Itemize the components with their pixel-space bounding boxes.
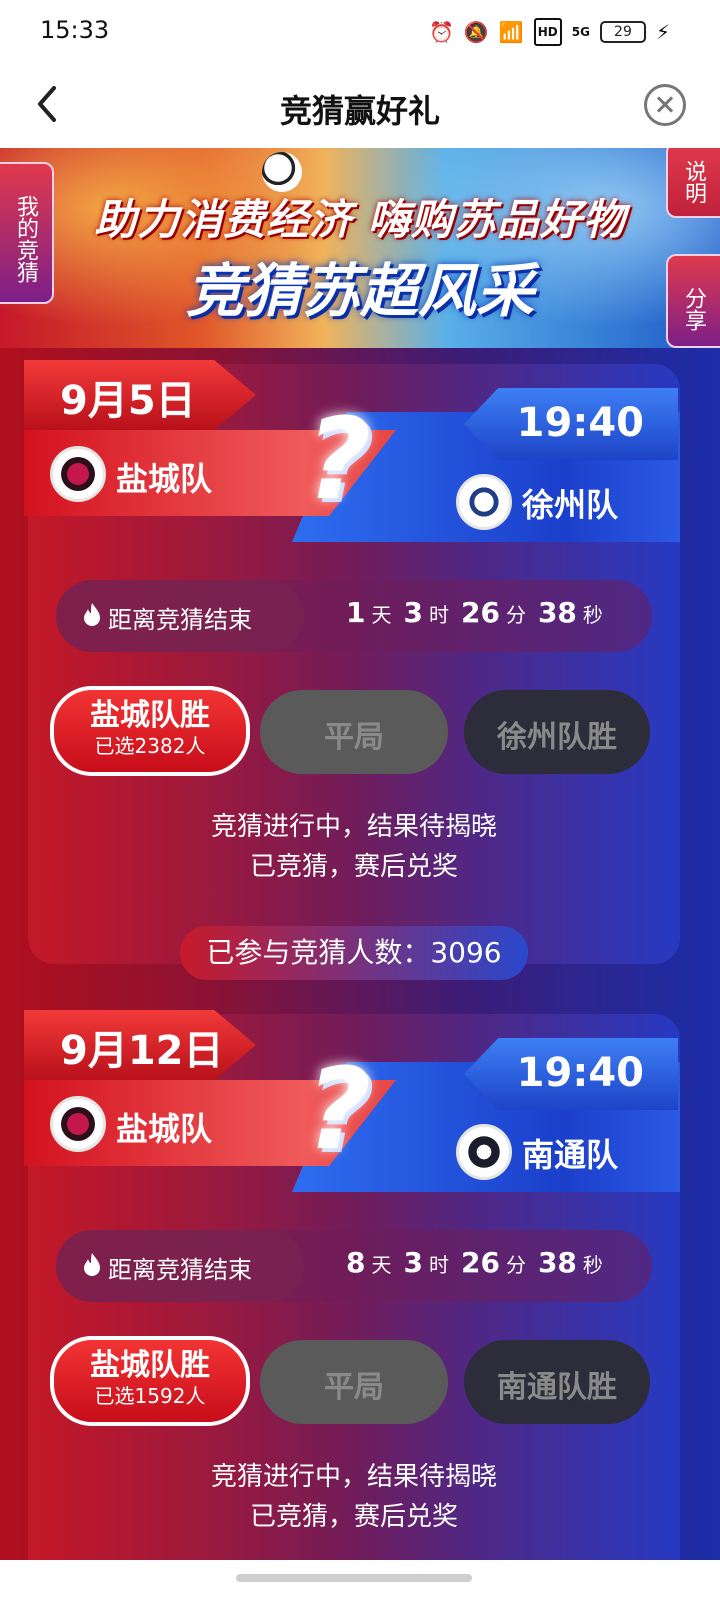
home-win-label: 盐城队胜: [90, 1348, 210, 1383]
away-team-logo-icon: [456, 474, 512, 530]
participants-count: 已参与竞猜人数：3096: [180, 926, 528, 980]
banner-slogan: 助力消费经济 嗨购苏品好物: [94, 195, 626, 244]
close-icon[interactable]: [644, 84, 686, 126]
draw-label: 平局: [324, 1370, 384, 1405]
countdown-hours: 3: [403, 1246, 423, 1279]
unit-second: 秒: [582, 1253, 603, 1277]
charging-icon: ⚡: [655, 20, 670, 44]
mute-icon: 🔕: [463, 20, 489, 44]
home-indicator[interactable]: [236, 1574, 472, 1582]
guess-status: 竞猜进行中，结果待揭晓: [210, 812, 497, 842]
countdown-bar: 距离竞猜结束 1 天 3 时 26 分 38 秒: [56, 580, 652, 652]
promo-banner: 助力消费经济 嗨购苏品好物 竞猜苏超风采: [0, 148, 720, 348]
home-win-count: 已选2382人: [94, 734, 206, 758]
home-win-count: 已选1592人: [94, 1384, 206, 1408]
match-date: 9月12日: [24, 1010, 256, 1080]
countdown-seconds: 38: [537, 596, 577, 629]
countdown-seconds: 38: [537, 1246, 577, 1279]
status-time: 15:33: [40, 16, 110, 44]
question-mark-icon: ?: [306, 395, 371, 525]
alarm-icon: ⏰: [429, 20, 454, 44]
countdown-days: 8: [346, 1246, 366, 1279]
wifi-icon: 📶: [498, 20, 524, 44]
home-team-name: 盐城队: [116, 460, 213, 498]
unit-minute: 分: [505, 1253, 526, 1277]
rules-tab[interactable]: 说明: [666, 148, 720, 218]
unit-day: 天: [371, 603, 392, 627]
home-win-button[interactable]: 盐城队胜 已选1592人: [50, 1336, 250, 1426]
draw-button[interactable]: 平局: [260, 1340, 448, 1424]
banner-title: 竞猜苏超风采: [185, 257, 534, 325]
draw-button[interactable]: 平局: [260, 690, 448, 774]
unit-hour: 时: [428, 1253, 449, 1277]
countdown-days: 1: [346, 596, 366, 629]
away-team-logo-icon: [456, 1124, 512, 1180]
flame-icon: [84, 603, 100, 626]
status-icons: ⏰ 🔕 📶 HD 5G 29 ⚡: [429, 18, 670, 46]
match-card: 9月12日 19:40 ? 盐城队 南通队 距离竞猜结束 8 天 3 时 26 分 38 秒 …: [24, 1010, 680, 1600]
away-team-name: 南通队: [522, 1136, 619, 1174]
page-title: 竞猜赢好礼: [279, 92, 440, 130]
countdown-values: 8 天 3 时 26 分 38 秒: [346, 1246, 615, 1279]
share-tab[interactable]: 分享: [666, 254, 720, 348]
away-win-button[interactable]: 徐州队胜: [464, 690, 650, 774]
unit-minute: 分: [505, 603, 526, 627]
signal-5g-icon: 5G: [571, 25, 590, 39]
countdown-minutes: 26: [460, 596, 500, 629]
match-time: 19:40: [464, 388, 678, 460]
unit-day: 天: [371, 1253, 392, 1277]
guess-status-note: 已竞猜，赛后兑奖: [249, 852, 458, 882]
unit-hour: 时: [428, 603, 449, 627]
away-win-label: 徐州队胜: [497, 720, 617, 755]
countdown-label: 距离竞猜结束: [108, 1256, 252, 1284]
guess-status-note: 已竞猜，赛后兑奖: [249, 1502, 458, 1532]
guess-status: 竞猜进行中，结果待揭晓: [210, 1462, 497, 1492]
away-team-name: 徐州队: [522, 486, 619, 524]
home-team-name: 盐城队: [116, 1110, 213, 1148]
home-win-label: 盐城队胜: [90, 698, 210, 733]
home-team-logo-icon: [50, 1096, 106, 1152]
status-bar: 15:33 ⏰ 🔕 📶 HD 5G 29 ⚡: [0, 0, 720, 64]
question-mark-icon: ?: [306, 1045, 371, 1175]
match-time: 19:40: [464, 1038, 678, 1110]
main-content: 助力消费经济 嗨购苏品好物 竞猜苏超风采 我的竞猜 说明 分享 9月5日 19:…: [0, 148, 720, 1600]
countdown-bar: 距离竞猜结束 8 天 3 时 26 分 38 秒: [56, 1230, 652, 1302]
countdown-label-pill: 距离竞猜结束: [56, 580, 304, 652]
countdown-hours: 3: [403, 596, 423, 629]
draw-label: 平局: [324, 720, 384, 755]
flame-icon: [84, 1253, 100, 1276]
app-header: 竞猜赢好礼: [0, 64, 720, 148]
countdown-label-pill: 距离竞猜结束: [56, 1230, 304, 1302]
battery-icon: 29: [599, 21, 646, 43]
hd-icon: HD: [533, 18, 562, 46]
away-win-label: 南通队胜: [497, 1370, 617, 1405]
unit-second: 秒: [582, 603, 603, 627]
away-win-button[interactable]: 南通队胜: [464, 1340, 650, 1424]
home-win-button[interactable]: 盐城队胜 已选2382人: [50, 686, 250, 776]
countdown-minutes: 26: [460, 1246, 500, 1279]
match-card: 9月5日 19:40 ? 盐城队 徐州队 距离竞猜结束 1 天 3 时 26 分 38 秒 盐…: [24, 360, 680, 980]
countdown-values: 1 天 3 时 26 分 38 秒: [346, 596, 615, 629]
my-guess-tab[interactable]: 我的竞猜: [0, 162, 54, 304]
home-team-logo-icon: [50, 446, 106, 502]
countdown-label: 距离竞猜结束: [108, 606, 252, 634]
match-date: 9月5日: [24, 360, 256, 430]
